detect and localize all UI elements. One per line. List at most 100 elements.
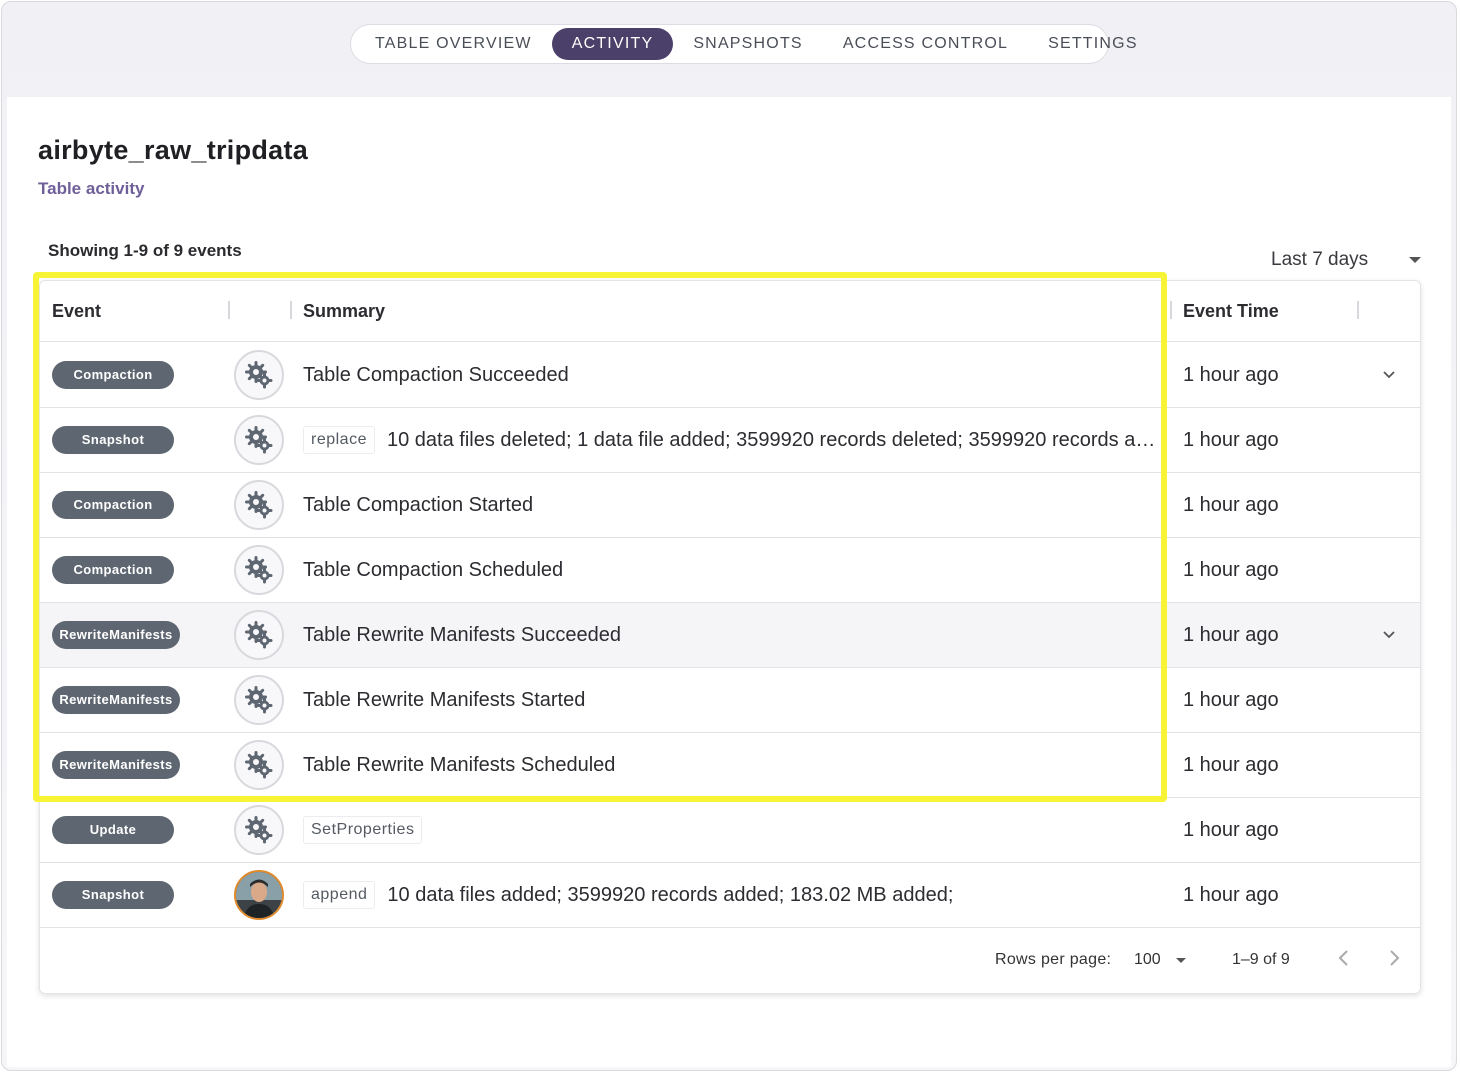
event-type-badge: Snapshot xyxy=(52,426,174,454)
main-panel: airbyte_raw_tripdata Table activity Show… xyxy=(7,97,1451,1067)
activity-table: Event Summary Event Time Compaction Table… xyxy=(39,280,1421,994)
column-separator[interactable] xyxy=(290,301,292,319)
event-time: 1 hour ago xyxy=(1183,559,1279,581)
event-type-badge: Update xyxy=(52,816,174,844)
page-subtitle: Table activity xyxy=(38,179,145,198)
event-summary: Table Compaction Scheduled xyxy=(303,538,563,602)
tab-access-control[interactable]: ACCESS CONTROL xyxy=(823,28,1028,60)
table-row[interactable]: Compaction Table Compaction Scheduled 1 ho… xyxy=(40,538,1420,603)
operation-chip: SetProperties xyxy=(303,816,423,844)
user-avatar xyxy=(234,870,284,920)
event-summary: Table Compaction Started xyxy=(303,473,533,537)
gears-icon xyxy=(245,361,273,389)
chevron-down-icon xyxy=(1383,631,1395,639)
event-type-badge: Snapshot xyxy=(52,881,174,909)
event-summary: SetProperties xyxy=(303,798,434,862)
event-type-badge: Compaction xyxy=(52,491,174,519)
header-summary: Summary xyxy=(303,301,386,321)
system-avatar xyxy=(234,480,284,530)
gears-icon xyxy=(245,686,273,714)
system-avatar xyxy=(234,675,284,725)
tab-table-overview[interactable]: TABLE OVERVIEW xyxy=(355,28,552,60)
gears-icon xyxy=(245,426,273,454)
gears-icon xyxy=(245,491,273,519)
date-range-select[interactable]: Last 7 days xyxy=(1271,247,1421,273)
column-separator[interactable] xyxy=(1170,301,1172,319)
event-time: 1 hour ago xyxy=(1183,494,1279,516)
summary-text: Table Rewrite Manifests Started xyxy=(303,688,586,711)
event-type-badge: Compaction xyxy=(52,556,174,584)
column-separator[interactable] xyxy=(1357,301,1359,319)
gears-icon xyxy=(245,621,273,649)
table-row[interactable]: RewriteManifests Table Rewrite Manifests … xyxy=(40,668,1420,733)
table-row[interactable]: RewriteManifests Table Rewrite Manifests … xyxy=(40,733,1420,798)
system-avatar xyxy=(234,610,284,660)
tab-snapshots[interactable]: SNAPSHOTS xyxy=(673,28,823,60)
tab-settings[interactable]: SETTINGS xyxy=(1028,28,1158,60)
rows-per-page-value: 100 xyxy=(1134,951,1161,968)
event-summary: append 10 data files added; 3599920 recor… xyxy=(303,863,953,927)
event-type-badge: RewriteManifests xyxy=(52,686,180,714)
table-pagination: Rows per page: 100 1–9 of 9 xyxy=(40,928,1420,993)
caret-down-icon xyxy=(1409,257,1421,263)
summary-text: Table Compaction Succeeded xyxy=(303,363,569,386)
date-range-value: Last 7 days xyxy=(1271,249,1369,270)
system-avatar xyxy=(234,805,284,855)
system-avatar xyxy=(234,350,284,400)
table-row[interactable]: Snapshot append 10 data files added; 35999… xyxy=(40,863,1420,928)
expand-row-button[interactable] xyxy=(1379,625,1399,645)
rows-per-page-select[interactable]: 100 xyxy=(1134,949,1186,971)
table-row[interactable]: Compaction Table Compaction Started 1 hour… xyxy=(40,473,1420,538)
summary-text: Table Rewrite Manifests Succeeded xyxy=(303,623,621,646)
previous-page-button[interactable] xyxy=(1332,946,1356,970)
event-time: 1 hour ago xyxy=(1183,429,1279,451)
event-time: 1 hour ago xyxy=(1183,364,1279,386)
event-type-badge: Compaction xyxy=(52,361,174,389)
next-page-button[interactable] xyxy=(1382,946,1406,970)
system-avatar xyxy=(234,740,284,790)
gears-icon xyxy=(245,751,273,779)
event-summary: Table Rewrite Manifests Scheduled xyxy=(303,733,615,797)
system-avatar xyxy=(234,415,284,465)
event-summary: Table Rewrite Manifests Started xyxy=(303,668,585,732)
event-summary: Table Rewrite Manifests Succeeded xyxy=(303,603,621,667)
summary-text: Table Rewrite Manifests Scheduled xyxy=(303,753,616,776)
chevron-left-icon xyxy=(1338,950,1348,966)
summary-text: Table Compaction Started xyxy=(303,493,534,516)
column-separator[interactable] xyxy=(228,301,230,319)
window-frame: TABLE OVERVIEW ACTIVITY SNAPSHOTS ACCESS… xyxy=(1,1,1457,1071)
summary-text: 10 data files deleted; 1 data file added… xyxy=(386,428,1158,451)
event-time: 1 hour ago xyxy=(1183,884,1279,906)
event-summary: Table Compaction Succeeded xyxy=(303,343,569,407)
caret-down-icon xyxy=(1176,957,1186,963)
expand-row-button[interactable] xyxy=(1379,365,1399,385)
system-avatar xyxy=(234,545,284,595)
rows-per-page-label: Rows per page: xyxy=(995,951,1112,968)
event-summary: replace 10 data files deleted; 1 data fil… xyxy=(303,408,1158,472)
operation-chip: replace xyxy=(303,426,375,454)
chevron-down-icon xyxy=(1383,371,1395,379)
header-event: Event xyxy=(52,301,102,321)
user-photo xyxy=(236,872,282,918)
pagination-range: 1–9 of 9 xyxy=(1232,951,1290,968)
operation-chip: append xyxy=(303,881,376,909)
event-time: 1 hour ago xyxy=(1183,624,1279,646)
table-row[interactable]: Update SetProperties 1 hour ago xyxy=(40,798,1420,863)
table-row[interactable]: RewriteManifests Table Rewrite Manifests … xyxy=(40,603,1420,668)
summary-text: Table Compaction Scheduled xyxy=(303,558,564,581)
event-type-badge: RewriteManifests xyxy=(52,621,180,649)
event-count: Showing 1-9 of 9 events xyxy=(48,241,242,260)
chevron-right-icon xyxy=(1390,950,1400,966)
event-type-badge: RewriteManifests xyxy=(52,751,180,779)
event-time: 1 hour ago xyxy=(1183,754,1279,776)
gears-icon xyxy=(245,816,273,844)
table-row[interactable]: Snapshot replace 10 data files deleted; 1 … xyxy=(40,408,1420,473)
summary-text: 10 data files added; 3599920 records add… xyxy=(387,883,954,906)
table-row[interactable]: Compaction Table Compaction Succeeded 1 ho… xyxy=(40,343,1420,408)
event-time: 1 hour ago xyxy=(1183,689,1279,711)
tab-activity[interactable]: ACTIVITY xyxy=(551,28,674,60)
event-time: 1 hour ago xyxy=(1183,819,1279,841)
tab-bar: TABLE OVERVIEW ACTIVITY SNAPSHOTS ACCESS… xyxy=(350,24,1137,64)
page-title: airbyte_raw_tripdata xyxy=(38,135,309,165)
table-header: Event Summary Event Time xyxy=(40,281,1420,342)
